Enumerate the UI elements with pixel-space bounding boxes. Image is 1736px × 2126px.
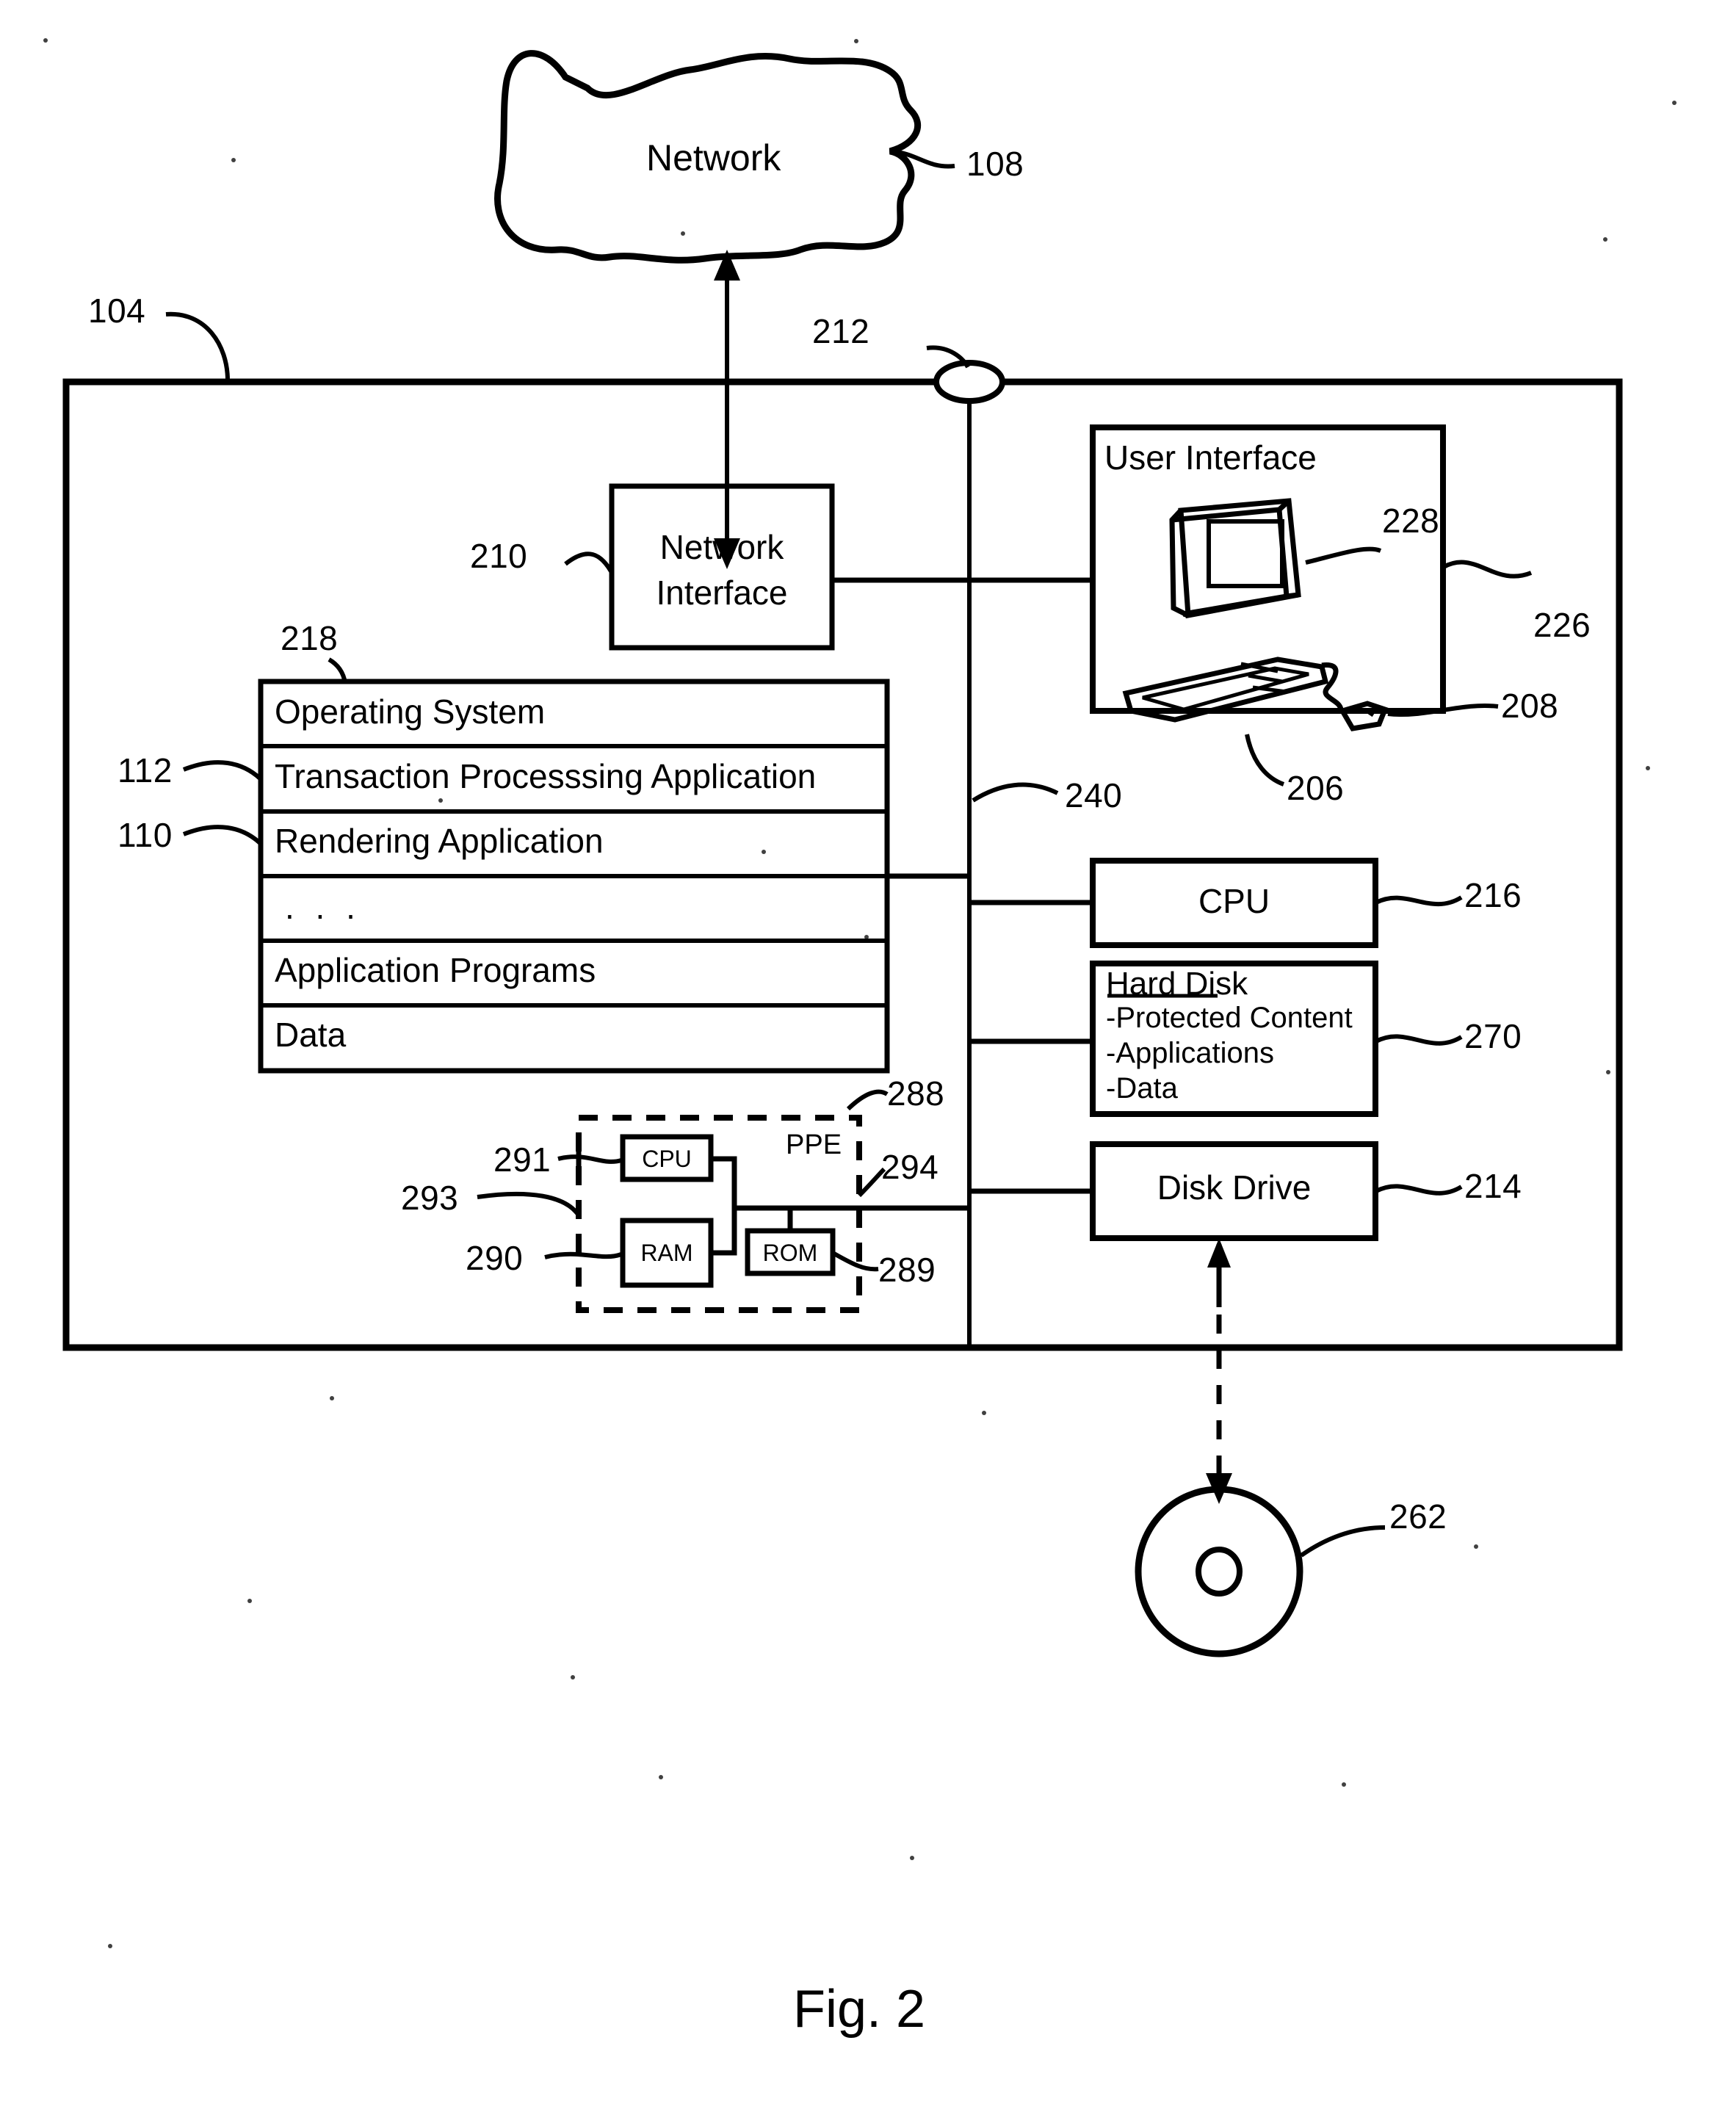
network-cloud-label: Network (646, 137, 781, 178)
stack-row-rendering-application: Rendering Application (275, 822, 604, 860)
ref-290-leader (544, 1251, 623, 1259)
cpu-label: CPU (1198, 882, 1270, 920)
figure-caption: Fig. 2 (793, 1980, 926, 2039)
ref-262: 262 (1389, 1497, 1447, 1536)
ref-208: 208 (1501, 687, 1559, 725)
hard-disk-item-applications: -Applications (1106, 1037, 1275, 1069)
ref-291-leader (557, 1154, 622, 1164)
ref-104: 104 (88, 292, 146, 330)
bus-node-212 (933, 360, 1005, 404)
ref-289: 289 (878, 1251, 936, 1289)
ref-270: 270 (1464, 1017, 1522, 1055)
removable-disk-hub (1196, 1547, 1243, 1597)
ref-206-leader (1245, 734, 1285, 787)
network-interface-box (609, 483, 835, 651)
stack-row-ellipsis: . . . (285, 888, 361, 926)
ref-228: 228 (1382, 502, 1440, 540)
hard-disk-item-data: -Data (1106, 1072, 1178, 1104)
ppe-cpu-label: CPU (642, 1146, 692, 1172)
disk-arrow-head (1207, 1238, 1231, 1268)
ppe-cpu-wire (711, 1156, 737, 1256)
stack-row-transaction-processing-application: Transaction Processsing Application (275, 757, 817, 795)
ref-240-leader (972, 782, 1059, 803)
network-interface-label-line1: Network (659, 528, 784, 566)
ref-270-leader (1375, 1034, 1463, 1046)
mouse-icon (1338, 701, 1389, 731)
ref-112-leader (182, 760, 262, 781)
disk-drive-label: Disk Drive (1157, 1168, 1312, 1207)
ref-294-leader (857, 1167, 886, 1198)
ref-214-leader (1375, 1184, 1463, 1196)
ref-210-leader (564, 552, 613, 573)
ppe-rom-label: ROM (762, 1240, 818, 1266)
hard-disk-item-protected-content: -Protected Content (1106, 1002, 1353, 1034)
ref-110: 110 (117, 816, 173, 854)
ref-226: 226 (1533, 606, 1591, 644)
ref-226-leader (1442, 560, 1533, 579)
ref-262-leader (1300, 1525, 1386, 1558)
hard-disk-title: Hard Disk (1106, 966, 1248, 1002)
ref-112: 112 (117, 751, 173, 789)
ref-218: 218 (281, 619, 339, 657)
ref-293-leader (477, 1191, 581, 1217)
ref-104-leader (165, 311, 230, 381)
patent-figure-canvas: Network 108 104 212 240 Network Interfac… (0, 0, 1736, 2126)
ppe-ram-label: RAM (640, 1240, 693, 1266)
ref-288: 288 (887, 1074, 945, 1113)
ref-216-leader (1375, 895, 1463, 907)
stack-row-operating-system: Operating System (275, 693, 546, 731)
user-interface-title: User Interface (1104, 438, 1317, 477)
ref-206: 206 (1287, 769, 1345, 807)
ref-210: 210 (470, 537, 528, 575)
stack-row-data: Data (275, 1016, 347, 1054)
ref-290: 290 (466, 1239, 524, 1277)
ppe-label: PPE (786, 1129, 842, 1160)
ref-293: 293 (401, 1179, 459, 1217)
removable-disk-outer (1135, 1486, 1303, 1657)
ref-214: 214 (1464, 1167, 1522, 1205)
ref-108: 108 (966, 145, 1024, 183)
ref-291: 291 (493, 1140, 551, 1179)
ref-228-leader (1305, 546, 1382, 565)
monitor-icon (1169, 498, 1301, 619)
ref-240: 240 (1065, 776, 1123, 814)
stack-row-application-programs: Application Programs (275, 951, 596, 989)
ref-294: 294 (881, 1148, 939, 1186)
ref-289-leader (831, 1251, 879, 1272)
ref-110-leader (182, 825, 262, 845)
ref-216: 216 (1464, 876, 1522, 914)
network-interface-label-line2: Interface (656, 574, 788, 612)
ref-288-leader (846, 1089, 889, 1111)
ref-212: 212 (812, 312, 870, 350)
